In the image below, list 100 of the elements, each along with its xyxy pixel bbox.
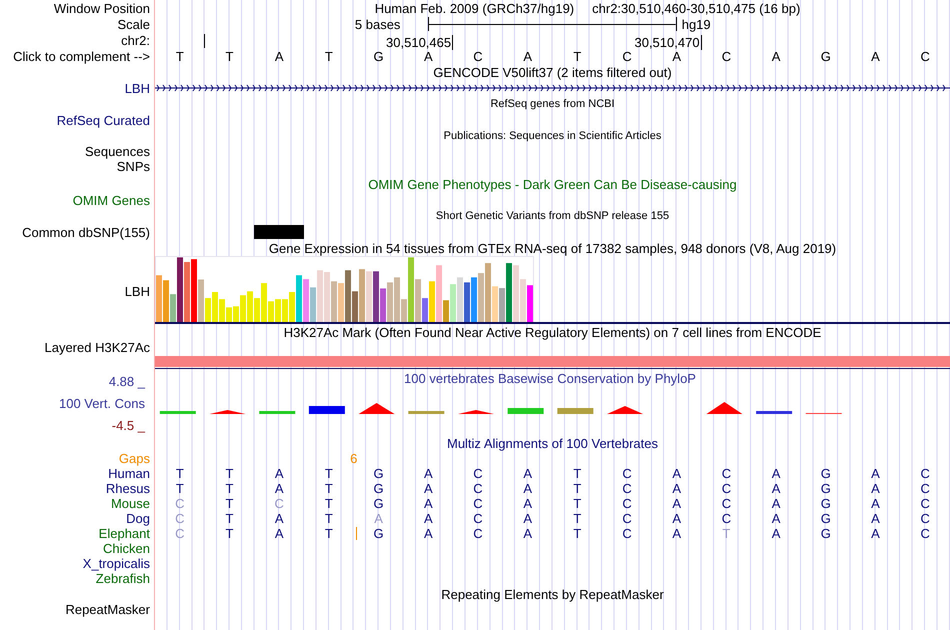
track-label[interactable]: Mouse (110, 496, 150, 511)
base-letter: T (573, 496, 582, 511)
base-letter: A (374, 511, 383, 526)
base-letter: A (523, 466, 532, 481)
base-letter: T (573, 511, 582, 526)
base-letter: A (424, 496, 433, 511)
axis-max-label: 4.88 _ (108, 374, 145, 389)
base-letter: C (473, 466, 483, 481)
base-letter: A (424, 466, 433, 481)
base-letter: G (374, 481, 384, 496)
track-label[interactable]: Chicken (103, 541, 150, 556)
base-letter: T (324, 526, 333, 541)
base-letter: A (672, 481, 682, 496)
track-label[interactable]: 100 Vert. Cons (59, 396, 145, 411)
base-letter: A (523, 526, 532, 541)
track-label[interactable]: Common dbSNP(155) (22, 224, 150, 240)
track-label[interactable]: Rhesus (106, 481, 150, 496)
base-letter: G (820, 526, 831, 541)
track-title: RefSeq genes from NCBI (490, 97, 615, 112)
base-letter: A (523, 496, 532, 511)
track-label[interactable]: X_tropicalis (82, 556, 150, 571)
base-letter: A (672, 511, 682, 526)
track-title: Short Genetic Variants from dbSNP release 155 (436, 209, 670, 224)
track-label[interactable]: Layered H3K27Ac (44, 340, 150, 355)
track-label[interactable]: Elephant (98, 526, 150, 541)
base-letter: C (473, 481, 483, 496)
base-letter: T (324, 48, 333, 64)
base-letter: A (523, 511, 532, 526)
base-letter: C (473, 526, 483, 541)
track-title: H3K27Ac Mark (Often Found Near Active Regulatory Elements) on 7 cell lines from ENCODE (284, 325, 822, 340)
track-label: Window Position (54, 0, 150, 16)
base-letter: C (920, 481, 930, 496)
track-label[interactable]: Click to complement --> (13, 48, 150, 64)
base-letter: C (274, 496, 284, 511)
base-letter: A (424, 48, 433, 64)
coordinate-label: 30,510,465 (354, 35, 454, 50)
base-letter: T (573, 466, 582, 481)
base-letter: C (722, 48, 732, 64)
base-letter: C (622, 481, 632, 496)
track-label[interactable]: RepeatMasker (65, 602, 150, 617)
track-title: GENCODE V50lift37 (2 items filtered out) (433, 65, 672, 80)
track-label[interactable]: Zebrafish (96, 571, 150, 586)
base-letter: T (573, 526, 582, 541)
track-label[interactable]: LBH (124, 80, 150, 96)
track-label[interactable]: Sequences (84, 144, 150, 159)
base-letter: A (274, 48, 284, 64)
base-letter: C (622, 466, 632, 481)
base-letter: T (722, 526, 730, 541)
base-letter: A (672, 48, 682, 64)
base-letter: T (176, 48, 184, 64)
base-letter: C (722, 511, 732, 526)
track-title: Publications: Sequences in Scientific Articles (444, 129, 662, 144)
track-label[interactable]: Dog (126, 511, 150, 526)
base-letter: A (672, 466, 682, 481)
track-label[interactable]: LBH (124, 284, 150, 298)
base-letter: G (374, 526, 384, 541)
scale-assembly-label: hg19 (680, 16, 712, 32)
base-letter: G (820, 481, 831, 496)
track-label[interactable]: Human (108, 466, 150, 481)
base-letter: G (820, 496, 831, 511)
base-letter: A (274, 466, 284, 481)
base-letter: C (175, 511, 185, 526)
base-letter: G (820, 48, 831, 64)
base-letter: T (324, 466, 333, 481)
base-letter: A (871, 481, 880, 496)
base-letter: T (324, 481, 333, 496)
position-text[interactable]: chr2:30,510,460-30,510,475 (16 bp) (592, 0, 800, 16)
base-letter: T (226, 48, 234, 64)
base-letter: G (374, 48, 384, 64)
expression-bars-drawing[interactable] (155, 256, 535, 322)
assembly-name: Human Feb. 2009 (GRCh37/hg19) (374, 0, 574, 16)
base-letter: C (920, 466, 930, 481)
base-letter: A (871, 526, 880, 541)
base-letter: A (672, 526, 682, 541)
track-label[interactable]: OMIM Genes (72, 192, 150, 208)
track-title: OMIM Gene Phenotypes - Dark Green Can Be Disease-causing (368, 177, 737, 192)
base-letter: T (176, 466, 184, 481)
track-label: Scale (117, 16, 150, 32)
base-letter: C (622, 526, 632, 541)
base-letter: A (523, 48, 532, 64)
base-letter: T (226, 526, 234, 541)
base-letter: T (176, 481, 184, 496)
base-letter: A (772, 511, 780, 526)
base-letter: C (473, 48, 483, 64)
base-letter: G (820, 466, 831, 481)
track-label: chr2: (121, 32, 150, 48)
base-letter: C (920, 496, 930, 511)
base-letter: G (820, 511, 831, 526)
track-title: Multiz Alignments of 100 Vertebrates (446, 436, 658, 451)
track-title: 100 vertebrates Basewise Conservation by PhyloP (404, 371, 696, 387)
base-letter: T (324, 511, 333, 526)
scale-span-label: 5 bases (354, 16, 402, 32)
base-letter: A (772, 48, 780, 64)
base-letter: A (672, 496, 682, 511)
track-label[interactable]: RefSeq Curated (56, 112, 150, 128)
base-letter: T (573, 48, 582, 64)
coordinate-label: 30,510,470 (602, 35, 702, 50)
base-letter: A (871, 48, 880, 64)
base-letter: C (622, 48, 632, 64)
track-label[interactable]: SNPs (116, 159, 150, 174)
